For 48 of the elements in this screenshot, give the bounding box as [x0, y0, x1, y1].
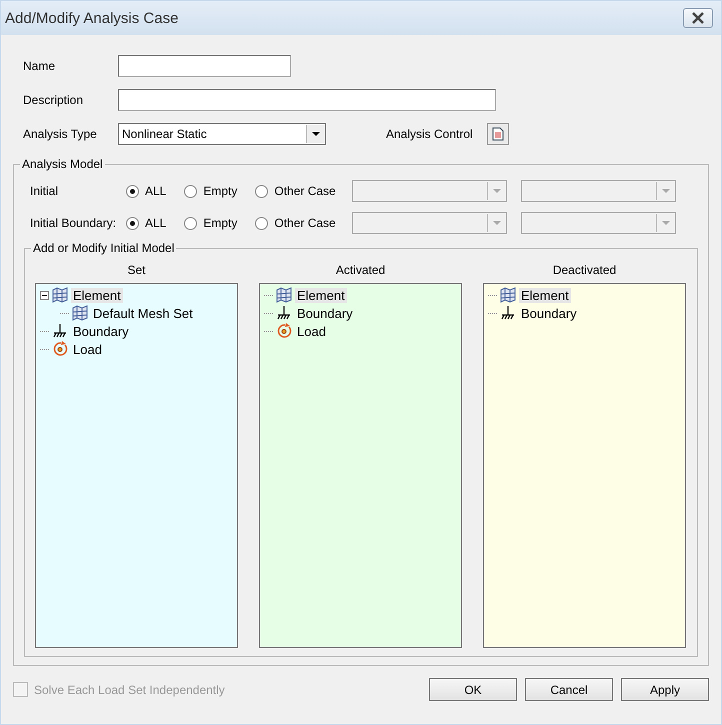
column-title: Set	[126, 263, 146, 277]
group-title: Analysis Model	[21, 157, 104, 171]
analysis-control-button[interactable]	[486, 123, 509, 145]
radio-label: ALL	[145, 184, 166, 198]
row-label: Initial	[30, 184, 60, 198]
mesh-icon	[276, 287, 292, 303]
mesh-icon	[72, 305, 88, 321]
tree-item[interactable]: Element	[295, 288, 347, 302]
group-title: Add or Modify Initial Model	[32, 241, 176, 255]
tree-item[interactable]: Element	[519, 288, 571, 302]
radio-label: Other Case	[274, 184, 336, 198]
dialog-button[interactable]: Apply	[621, 678, 709, 701]
field-label: Name	[23, 59, 56, 73]
row-label: Initial Boundary:	[30, 216, 118, 230]
field-label: Analysis Type	[23, 127, 98, 141]
collapse-toggle-icon[interactable]	[40, 290, 49, 300]
boundary-support-icon	[52, 323, 68, 339]
load-icon	[276, 323, 292, 339]
mesh-icon	[52, 287, 68, 303]
tree-item[interactable]: Boundary	[71, 324, 131, 338]
close-icon	[691, 12, 705, 24]
tree-item[interactable]: Default Mesh Set	[91, 306, 195, 320]
tree-item[interactable]: Load	[295, 324, 328, 338]
tree-item[interactable]: Element	[71, 288, 123, 302]
radio-label: Other Case	[274, 216, 336, 230]
tree-item[interactable]: Load	[71, 342, 104, 356]
window-title: Add/Modify Analysis Case	[5, 10, 178, 26]
analysis-type-dropdown[interactable]: Nonlinear Static	[118, 123, 326, 145]
radio-label: Empty	[203, 216, 238, 230]
document-icon	[492, 127, 504, 141]
boundary-support-icon	[500, 305, 516, 321]
load-icon	[52, 341, 68, 357]
dialog-button[interactable]: Cancel	[525, 678, 613, 701]
tree-item[interactable]: Boundary	[519, 306, 579, 320]
mesh-icon	[500, 287, 516, 303]
radio-label: ALL	[145, 216, 166, 230]
tree-item[interactable]: Boundary	[295, 306, 355, 320]
radio-label: Empty	[203, 184, 238, 198]
dialog-button[interactable]: OK	[429, 678, 517, 701]
close-button[interactable]	[683, 8, 713, 28]
field-label: Description	[23, 93, 84, 107]
column-title: Deactivated	[552, 263, 618, 277]
description-field[interactable]	[118, 89, 496, 111]
boundary-support-icon	[276, 305, 292, 321]
field-label: Analysis Control	[386, 127, 473, 141]
name-field[interactable]	[118, 55, 291, 77]
checkbox-label: Solve Each Load Set Independently	[34, 682, 225, 696]
column-title: Activated	[334, 263, 386, 277]
